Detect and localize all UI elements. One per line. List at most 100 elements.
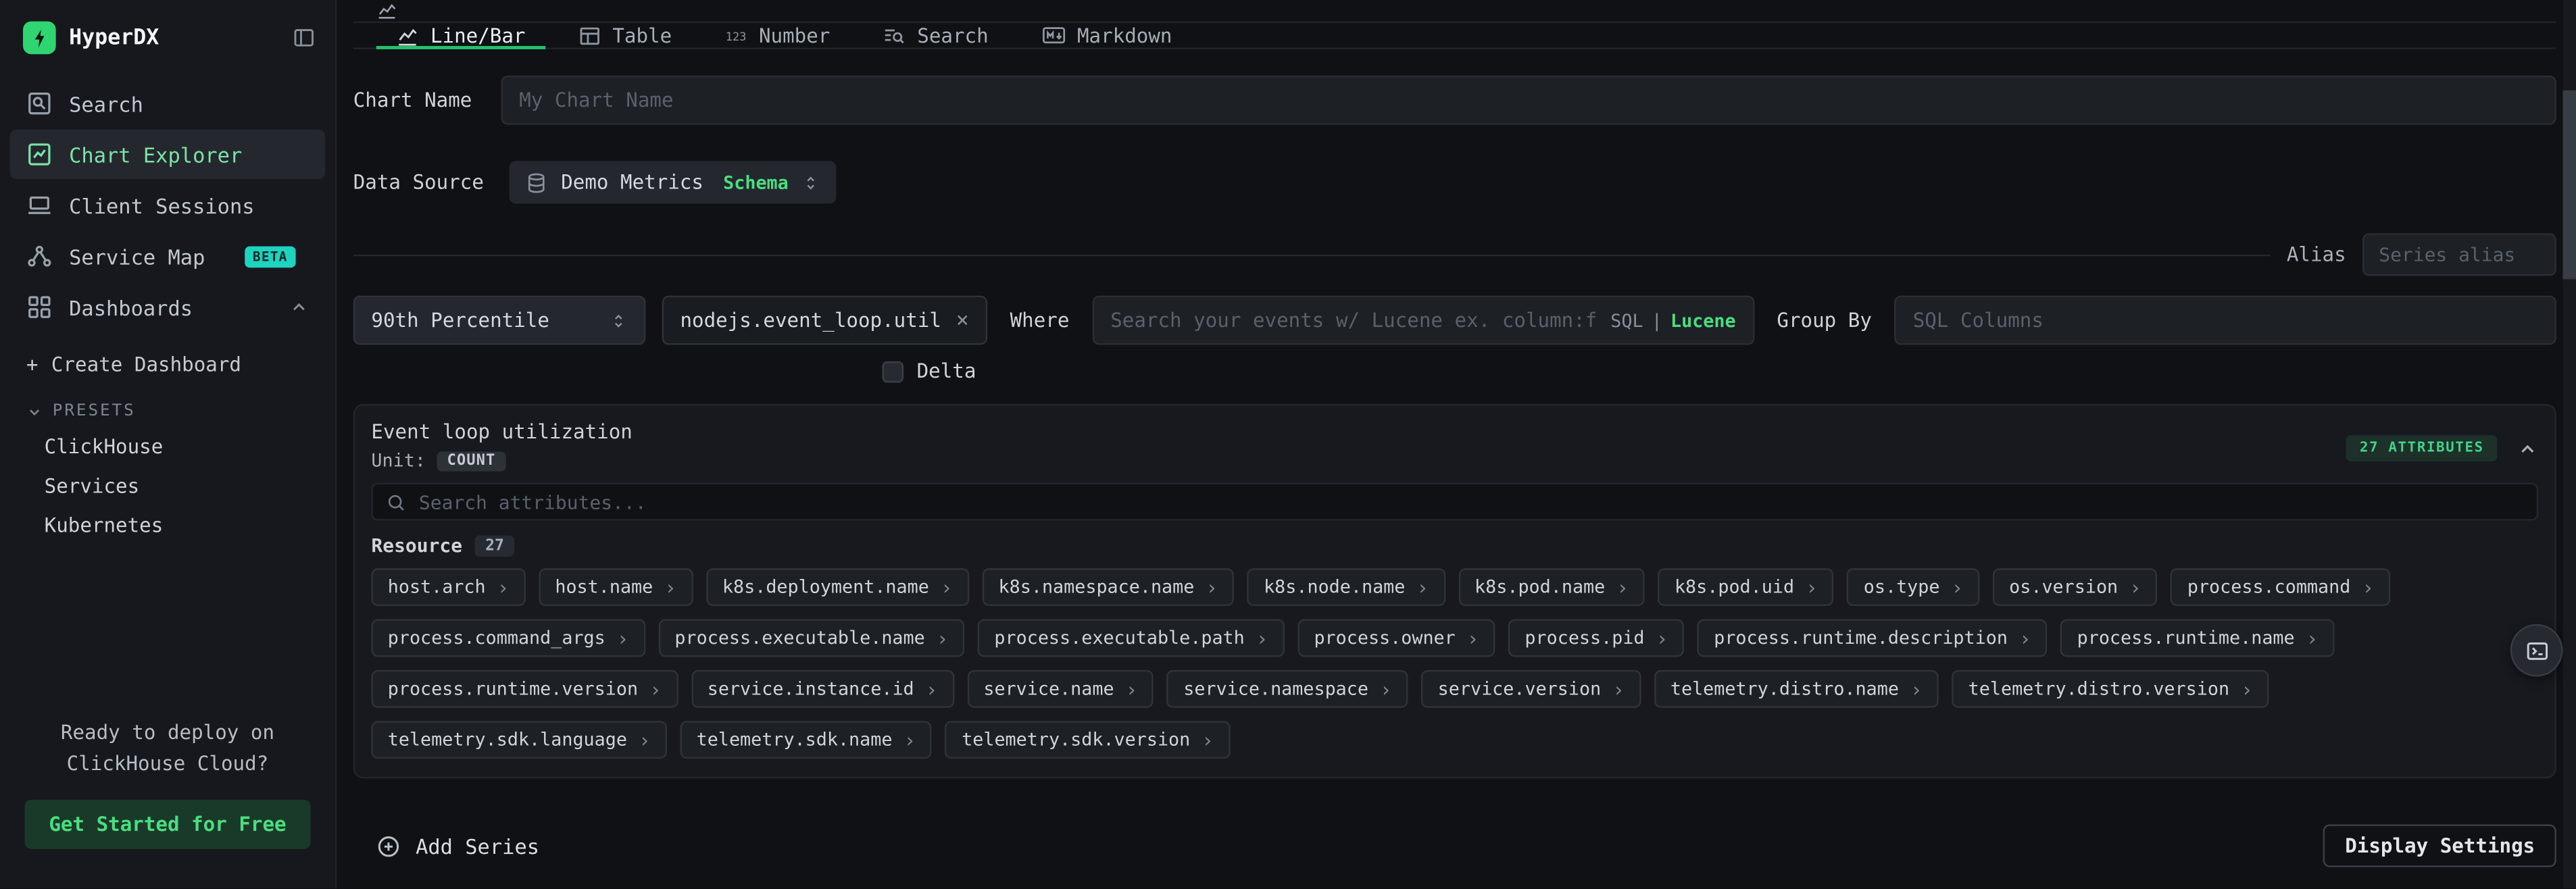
attribute-chip[interactable]: os.type [1847, 568, 1979, 606]
sidebar-item-service-map[interactable]: Service Map BETA [10, 232, 326, 281]
sql-option[interactable]: SQL [1610, 309, 1643, 331]
attribute-chip[interactable]: telemetry.sdk.language [371, 721, 666, 759]
group-by-input-box [1895, 296, 2556, 345]
group-by-label: Group By [1770, 309, 1879, 332]
scrollbar[interactable] [2563, 0, 2576, 889]
sidebar-item-label: Service Map [69, 244, 205, 268]
chevrons-updown-icon [610, 311, 628, 330]
sidebar-item-chart-explorer[interactable]: Chart Explorer [10, 130, 326, 179]
attribute-chip[interactable]: k8s.pod.uid [1658, 568, 1834, 606]
laptop-icon [26, 192, 53, 218]
sidebar-item-search[interactable]: Search [10, 79, 326, 128]
attribute-chip[interactable]: process.pid [1508, 619, 1684, 657]
attribute-chip[interactable]: k8s.deployment.name [706, 568, 969, 606]
close-icon[interactable]: × [956, 309, 969, 331]
attribute-chip[interactable]: os.version [1993, 568, 2158, 606]
attribute-chip[interactable]: service.instance.id [691, 670, 953, 708]
tab-search[interactable]: Search [863, 23, 1008, 47]
attribute-chip[interactable]: telemetry.sdk.version [945, 721, 1230, 759]
attribute-chip[interactable]: process.command [2171, 568, 2391, 606]
create-dashboard-button[interactable]: + Create Dashboard [0, 334, 268, 383]
attribute-chip-list: host.arch host.name k8s.deployment.name … [371, 568, 2538, 759]
tab-number[interactable]: 123 Number [705, 23, 850, 47]
aggregation-select[interactable]: 90th Percentile [353, 296, 646, 345]
circle-plus-icon [376, 834, 401, 858]
aggregation-value: 90th Percentile [371, 309, 549, 332]
tab-table[interactable]: Table [558, 23, 691, 47]
main-content: Line/Bar Table 123 Number Search [337, 0, 2576, 889]
attribute-chip[interactable]: service.namespace [1167, 670, 1408, 708]
unit-label: Unit: [371, 450, 426, 472]
metric-chip[interactable]: nodejs.event_loop.util × [662, 296, 987, 345]
service-map-icon [26, 243, 53, 270]
beta-badge: BETA [245, 245, 296, 267]
where-input-box: SQL | Lucene [1092, 296, 1754, 345]
attribute-chip[interactable]: k8s.node.name [1247, 568, 1445, 606]
tab-label: Search [917, 24, 988, 47]
metric-attributes-panel: Event loop utilization Unit: COUNT 27 AT… [353, 404, 2556, 778]
query-language-toggle[interactable]: SQL | Lucene [1610, 309, 1735, 331]
alias-input[interactable] [2362, 233, 2556, 276]
attribute-search-box [371, 483, 2538, 521]
attribute-chip[interactable]: process.runtime.version [371, 670, 678, 708]
chart-name-label: Chart Name [353, 88, 475, 111]
search-list-icon [883, 24, 906, 47]
scrollbar-thumb[interactable] [2563, 91, 2576, 280]
where-input[interactable] [1110, 309, 1597, 332]
delta-checkbox[interactable] [883, 361, 904, 382]
collapse-attributes-icon[interactable] [2517, 438, 2538, 459]
attribute-chip[interactable]: service.version [1421, 670, 1641, 708]
sidebar-item-label: Client Sessions [69, 193, 254, 218]
search-icon [386, 492, 405, 511]
panel-titles: Event loop utilization Unit: COUNT [371, 420, 632, 471]
attribute-chip[interactable]: process.runtime.name [2060, 619, 2334, 657]
attribute-chip[interactable]: k8s.pod.name [1458, 568, 1645, 606]
sidebar-preset-item[interactable]: Kubernetes [0, 506, 335, 545]
tab-label: Markdown [1077, 24, 1172, 47]
attribute-chip[interactable]: telemetry.distro.name [1654, 670, 1939, 708]
line-chart-icon [396, 24, 419, 47]
terminal-icon [2524, 638, 2548, 662]
attribute-chip[interactable]: process.executable.name [658, 619, 965, 657]
sidebar: HyperDX Search Chart Explorer [0, 0, 337, 889]
collapse-sidebar-icon[interactable] [293, 26, 316, 49]
alias-label: Alias [2287, 243, 2346, 266]
sql-editor-button[interactable] [2510, 624, 2563, 677]
attribute-chip[interactable]: k8s.namespace.name [982, 568, 1234, 606]
attribute-chip[interactable]: process.command_args [371, 619, 645, 657]
get-started-button[interactable]: Get Started for Free [24, 801, 311, 850]
display-settings-button[interactable]: Display Settings [2324, 824, 2556, 867]
sidebar-item-dashboards[interactable]: Dashboards [10, 282, 326, 332]
attribute-chip[interactable]: process.owner [1297, 619, 1495, 657]
attribute-chip[interactable]: process.executable.path [978, 619, 1285, 657]
markdown-icon [1041, 23, 1065, 47]
attribute-chip[interactable]: telemetry.distro.version [1952, 670, 2269, 708]
attribute-chip[interactable]: host.name [539, 568, 693, 606]
panel-header: Event loop utilization Unit: COUNT 27 AT… [371, 420, 2538, 471]
sidebar-preset-item[interactable]: Services [0, 466, 335, 505]
tab-line-bar[interactable]: Line/Bar [376, 23, 545, 47]
chart-preview-strip [353, 0, 2556, 23]
attributes-count-badge: 27 ATTRIBUTES [2347, 435, 2498, 461]
group-by-input[interactable] [1913, 309, 2538, 332]
sidebar-preset-item[interactable]: ClickHouse [0, 427, 335, 466]
data-source-select[interactable]: Demo Metrics Schema [510, 161, 836, 203]
attribute-search-input[interactable] [419, 490, 2523, 513]
attribute-chip[interactable]: service.name [967, 670, 1154, 708]
mini-chart-icon [376, 0, 398, 22]
metric-unit-row: Unit: COUNT [371, 450, 632, 472]
chart-name-input[interactable] [501, 76, 2556, 125]
lucene-option[interactable]: Lucene [1670, 309, 1736, 331]
chevron-up-icon[interactable] [289, 297, 309, 317]
attribute-chip[interactable]: telemetry.sdk.name [680, 721, 932, 759]
presets-toggle[interactable]: PRESETS [0, 382, 335, 427]
attribute-chip[interactable]: process.runtime.description [1698, 619, 2048, 657]
attribute-chip[interactable]: host.arch [371, 568, 525, 606]
add-series-button[interactable]: Add Series [376, 834, 539, 858]
series-divider [353, 254, 2271, 255]
data-source-label: Data Source [353, 171, 484, 194]
sidebar-item-client-sessions[interactable]: Client Sessions [10, 180, 326, 230]
panel-header-right: 27 ATTRIBUTES [2347, 420, 2539, 461]
database-icon [526, 172, 548, 193]
tab-markdown[interactable]: Markdown [1021, 23, 1191, 47]
